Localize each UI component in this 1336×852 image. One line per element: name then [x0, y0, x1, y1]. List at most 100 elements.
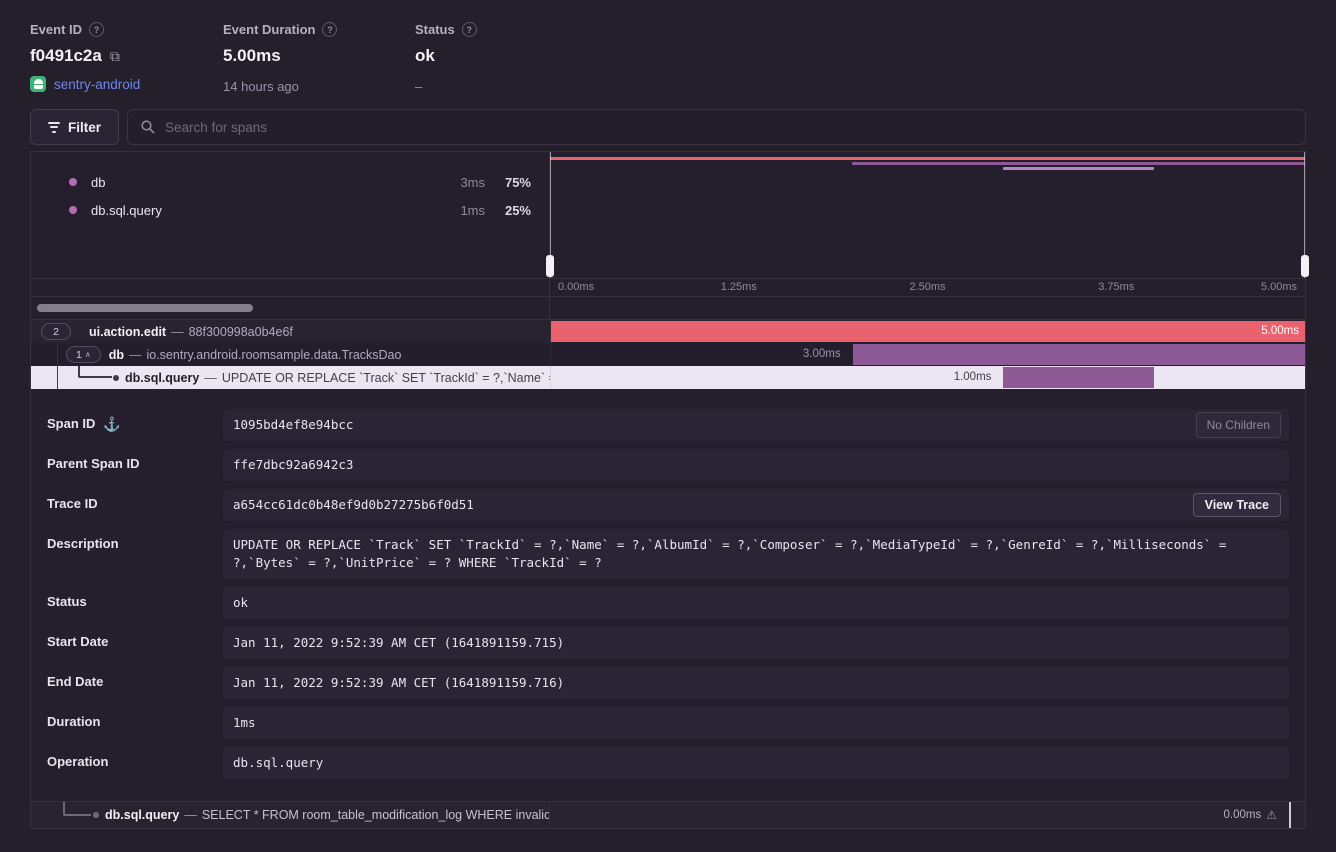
span-row-db[interactable]: 1 ∧ db — io.sentry.android.roomsample.da… — [31, 343, 1305, 366]
span-description: io.sentry.android.roomsample.data.Tracks… — [146, 348, 401, 362]
tree-connector — [63, 802, 65, 814]
separator: — — [204, 371, 217, 385]
detail-value: ffe7dbc92a6942c3 — [223, 449, 1289, 481]
axis-tick: 0.00ms — [558, 281, 594, 293]
time-axis: 0.00ms 1.25ms 2.50ms 3.75ms 5.00ms — [550, 279, 1305, 296]
detail-value: db.sql.query — [223, 747, 1289, 779]
separator: — — [184, 808, 197, 822]
tree-connector — [78, 376, 112, 378]
view-trace-button[interactable]: View Trace — [1193, 493, 1281, 517]
axis-left-spacer — [31, 279, 550, 296]
status-column: Status ? ok – — [415, 22, 608, 95]
separator: — — [129, 348, 142, 362]
filter-button[interactable]: Filter — [30, 109, 119, 145]
event-id-column: Event ID ? f0491c2a ⧉ sentry-android — [30, 22, 223, 95]
copy-icon[interactable]: ⧉ — [110, 48, 120, 65]
detail-value: Jan 11, 2022 9:52:39 AM CET (1641891159.… — [223, 627, 1289, 659]
span-op: ui.action.edit — [89, 325, 166, 339]
description-value: UPDATE OR REPLACE `Track` SET `TrackId` … — [233, 537, 1226, 570]
minimap-span-line — [550, 157, 1305, 160]
op-color-dot — [69, 178, 77, 186]
trace-id-value: a654cc61dc0b48ef9d0b27275b6f0d51 — [233, 497, 474, 512]
span-duration-bar[interactable] — [1003, 367, 1154, 388]
project-link[interactable]: sentry-android — [54, 77, 140, 92]
status-label: Status — [415, 22, 455, 37]
span-op: db.sql.query — [125, 371, 199, 385]
span-duration-label: 1.00ms — [954, 366, 992, 389]
viewport-left-handle[interactable] — [546, 255, 554, 277]
axis-tick: 5.00ms — [1261, 281, 1297, 293]
span-row-ui-action-edit[interactable]: 2 ui.action.edit — 88f300998a0b4e6f 5.00… — [31, 320, 1305, 343]
scrollbar-right-spacer — [550, 297, 1305, 319]
detail-label: Start Date — [47, 634, 108, 649]
status-sub: – — [415, 77, 608, 95]
event-duration-value: 5.00ms — [223, 46, 281, 66]
span-duration-bar[interactable] — [551, 321, 1305, 342]
detail-row-status: Status ok — [47, 587, 1289, 619]
zero-duration-marker — [1289, 802, 1291, 828]
span-description: UPDATE OR REPLACE `Track` SET `TrackId` … — [222, 371, 550, 385]
parent-span-id-value: ffe7dbc92a6942c3 — [233, 457, 353, 472]
viewport-right-handle[interactable] — [1301, 255, 1309, 277]
span-bar-track: 0.00ms ⚠ — [550, 802, 1305, 828]
detail-row-operation: Operation db.sql.query — [47, 747, 1289, 779]
event-duration-column: Event Duration ? 5.00ms 14 hours ago — [223, 22, 415, 95]
detail-value: 1095bd4ef8e94bcc No Children — [223, 409, 1289, 441]
detail-value: ok — [223, 587, 1289, 619]
span-id-value: 1095bd4ef8e94bcc — [233, 417, 353, 432]
span-row-db-sql-query-selected[interactable]: db.sql.query — UPDATE OR REPLACE `Track`… — [31, 366, 1305, 389]
span-description: 88f300998a0b4e6f — [189, 325, 293, 339]
time-axis-row: 0.00ms 1.25ms 2.50ms 3.75ms 5.00ms — [31, 279, 1305, 297]
detail-label: Description — [47, 536, 119, 551]
separator: — — [171, 325, 184, 339]
operations-breakdown: db 3ms 75% db.sql.query 1ms 25% — [31, 152, 550, 278]
help-icon[interactable]: ? — [322, 22, 337, 37]
span-duration-bar[interactable] — [853, 344, 1305, 365]
help-icon[interactable]: ? — [89, 22, 104, 37]
span-duration-label: 3.00ms — [803, 343, 841, 366]
status-detail-value: ok — [233, 595, 248, 610]
detail-label: Operation — [47, 754, 108, 769]
children-count-pill[interactable]: 1 ∧ — [66, 346, 101, 363]
start-date-value: Jan 11, 2022 9:52:39 AM CET (1641891159.… — [233, 635, 564, 650]
minimap-span-line — [852, 162, 1305, 165]
no-children-badge: No Children — [1196, 412, 1281, 438]
detail-label: Trace ID — [47, 496, 98, 511]
scrollbar-thumb[interactable] — [37, 304, 253, 312]
legend-op: db — [91, 175, 105, 190]
legend-item-db: db 3ms 75% — [31, 168, 549, 196]
span-op: db.sql.query — [105, 808, 179, 822]
detail-label: Span ID — [47, 416, 95, 431]
scrollbar-row — [31, 297, 1305, 320]
tree-scrollbar — [31, 297, 550, 319]
axis-tick: 3.75ms — [1098, 281, 1134, 293]
span-search[interactable] — [127, 109, 1306, 145]
legend-percent: 25% — [485, 203, 531, 218]
children-count: 1 — [76, 349, 82, 361]
detail-row-parent-span-id: Parent Span ID ffe7dbc92a6942c3 — [47, 449, 1289, 481]
span-duration-label: 5.00ms — [1261, 320, 1299, 343]
span-duration-label: 0.00ms — [1224, 809, 1262, 821]
detail-value: 1ms — [223, 707, 1289, 739]
trace-minimap[interactable] — [550, 152, 1305, 278]
legend-duration: 3ms — [460, 175, 485, 190]
legend-item-db-sql-query: db.sql.query 1ms 25% — [31, 196, 549, 224]
search-icon — [140, 119, 156, 135]
span-row-select-query[interactable]: db.sql.query — SELECT * FROM room_table_… — [31, 801, 1305, 828]
span-op: db — [109, 348, 124, 362]
span-detail-panel: Span ID ⚓ 1095bd4ef8e94bcc No Children P… — [31, 389, 1305, 801]
legend-op: db.sql.query — [91, 203, 162, 218]
event-duration-label: Event Duration — [223, 22, 315, 37]
axis-tick: 1.25ms — [721, 281, 757, 293]
detail-value: UPDATE OR REPLACE `Track` SET `TrackId` … — [223, 529, 1289, 579]
duration-value: 1ms — [233, 715, 256, 730]
detail-value: Jan 11, 2022 9:52:39 AM CET (1641891159.… — [223, 667, 1289, 699]
detail-row-description: Description UPDATE OR REPLACE `Track` SE… — [47, 529, 1289, 579]
detail-label: End Date — [47, 674, 103, 689]
span-bar-track: 3.00ms — [550, 343, 1305, 366]
anchor-icon[interactable]: ⚓ — [103, 416, 120, 432]
warning-icon: ⚠ — [1266, 808, 1277, 822]
search-input[interactable] — [165, 120, 1293, 135]
children-count-pill[interactable]: 2 — [41, 323, 71, 340]
help-icon[interactable]: ? — [462, 22, 477, 37]
